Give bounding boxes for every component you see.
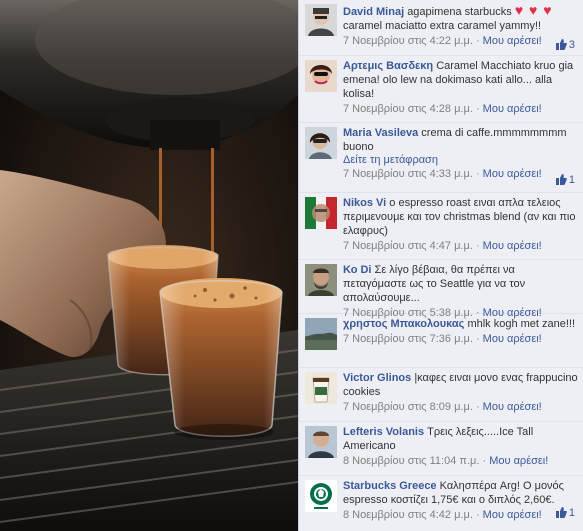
comment-meta: 7 Νοεμβρίου στις 4:22 μ.μ. · Μου αρέσει!	[343, 34, 579, 48]
comment-author[interactable]: Maria Vasileva	[343, 127, 418, 139]
comment-timestamp: 7 Νοεμβρίου στις 4:28 μ.μ.	[343, 103, 473, 115]
comment-author[interactable]: Starbucks Greece	[343, 480, 437, 492]
avatar[interactable]	[305, 127, 337, 159]
comment-item: Maria Vasileva crema di caffe.mmmmmmmm b…	[299, 123, 583, 193]
separator: ·	[472, 103, 483, 115]
comment-text: mhlk kogh met zane!!!	[467, 318, 576, 330]
separator: ·	[472, 35, 483, 47]
comment-text: Σε λίγο βέβαια, θα πρέπει να πεταγόμαστε…	[343, 264, 526, 304]
comment-timestamp: 7 Νοεμβρίου στις 8:09 μ.μ.	[343, 401, 473, 413]
comment-timestamp: 8 Νοεμβρίου στις 11:04 π.μ.	[343, 455, 480, 467]
comment-item: χρηστος Μπακολουκας mhlk kogh met zane!!…	[299, 314, 583, 368]
comment-timestamp: 7 Νοεμβρίου στις 4:22 μ.μ.	[343, 35, 473, 47]
comments-list: David Minaj agapimena starbucks ♥ ♥ ♥ ca…	[298, 0, 583, 531]
like-count[interactable]: 1	[555, 507, 575, 519]
comment-item: Αρτεμις Βασδεκη Caramel Macchiato kruo g…	[299, 56, 583, 123]
comment-author[interactable]: χρηστος Μπακολουκας	[343, 318, 464, 330]
avatar[interactable]	[305, 372, 337, 404]
separator: ·	[472, 333, 483, 345]
comment-item: David Minaj agapimena starbucks ♥ ♥ ♥ ca…	[299, 0, 583, 56]
comment-item: Nikos Vi ο espresso roast ειναι απλα τελ…	[299, 193, 583, 260]
comment-item: Lefteris Volanis Τρεις λεξεις.....Ice Ta…	[299, 422, 583, 476]
like-link[interactable]: Μου αρέσει!	[489, 455, 548, 467]
comment-text: caramel maciatto extra caramel yammy!!	[343, 20, 542, 32]
comment-timestamp: 8 Νοεμβρίου στις 4:42 μ.μ.	[343, 509, 473, 521]
like-link[interactable]: Μου αρέσει!	[483, 401, 542, 413]
like-count[interactable]: 3	[555, 39, 575, 51]
like-link[interactable]: Μου αρέσει!	[483, 35, 542, 47]
thumbs-up-icon	[555, 39, 567, 50]
thumbs-up-icon	[555, 507, 567, 518]
comment-meta: 8 Νοεμβρίου στις 4:42 μ.μ. · Μου αρέσει!	[343, 508, 579, 522]
separator: ·	[479, 455, 490, 467]
like-count-value: 3	[568, 39, 575, 51]
like-count-value: 1	[568, 174, 575, 186]
avatar[interactable]	[305, 426, 337, 458]
separator: ·	[472, 401, 483, 413]
comment-author[interactable]: Lefteris Volanis	[343, 426, 424, 438]
comment-item: Κο Di Σε λίγο βέβαια, θα πρέπει να πεταγ…	[299, 260, 583, 319]
comment-timestamp: 7 Νοεμβρίου στις 4:33 μ.μ.	[343, 168, 473, 180]
like-link[interactable]: Μου αρέσει!	[483, 333, 542, 345]
comment-author[interactable]: David Minaj	[343, 6, 404, 18]
comment-timestamp: 7 Νοεμβρίου στις 7:36 μ.μ.	[343, 333, 473, 345]
like-link[interactable]: Μου αρέσει!	[483, 103, 542, 115]
facebook-photo-view: David Minaj agapimena starbucks ♥ ♥ ♥ ca…	[0, 0, 583, 531]
comment-meta: 7 Νοεμβρίου στις 4:33 μ.μ. · Μου αρέσει!	[343, 167, 579, 181]
comment-item: Starbucks Greece Καλησπέρα Arg! Ο μονός …	[299, 476, 583, 531]
separator: ·	[472, 168, 483, 180]
like-link[interactable]: Μου αρέσει!	[483, 168, 542, 180]
comment-author[interactable]: Victor Glinos	[343, 372, 411, 384]
comment-author[interactable]: Αρτεμις Βασδεκη	[343, 60, 433, 72]
comment-author[interactable]: Nikos Vi	[343, 197, 386, 209]
like-link[interactable]: Μου αρέσει!	[483, 240, 542, 252]
comment-meta: 7 Νοεμβρίου στις 8:09 μ.μ. · Μου αρέσει!	[343, 400, 579, 414]
like-link[interactable]: Μου αρέσει!	[483, 509, 542, 521]
avatar[interactable]	[305, 197, 337, 229]
comment-meta: 7 Νοεμβρίου στις 7:36 μ.μ. · Μου αρέσει!	[343, 332, 579, 346]
like-count-value: 1	[568, 507, 575, 519]
starbucks-logo-avatar[interactable]	[305, 480, 337, 512]
heart-icon: ♥ ♥ ♥	[514, 2, 553, 18]
avatar[interactable]	[305, 264, 337, 296]
comment-timestamp: 7 Νοεμβρίου στις 4:47 μ.μ.	[343, 240, 473, 252]
avatar[interactable]	[305, 4, 337, 36]
espresso-photo[interactable]	[0, 0, 298, 531]
separator: ·	[472, 240, 483, 252]
comment-author[interactable]: Κο Di	[343, 264, 371, 276]
see-translation-link[interactable]: Δείτε τη μετάφραση	[343, 154, 579, 166]
separator: ·	[472, 509, 483, 521]
like-count[interactable]: 1	[555, 174, 575, 186]
comment-text: agapimena starbucks	[407, 6, 512, 18]
comment-meta: 8 Νοεμβρίου στις 11:04 π.μ. · Μου αρέσει…	[343, 454, 579, 468]
avatar[interactable]	[305, 318, 337, 350]
comment-meta: 7 Νοεμβρίου στις 4:47 μ.μ. · Μου αρέσει!	[343, 239, 579, 253]
comment-item: Victor Glinos |καφες ειναι μονο ενας fra…	[299, 368, 583, 422]
avatar[interactable]	[305, 60, 337, 92]
thumbs-up-icon	[555, 174, 567, 185]
comment-meta: 7 Νοεμβρίου στις 4:28 μ.μ. · Μου αρέσει!	[343, 102, 579, 116]
